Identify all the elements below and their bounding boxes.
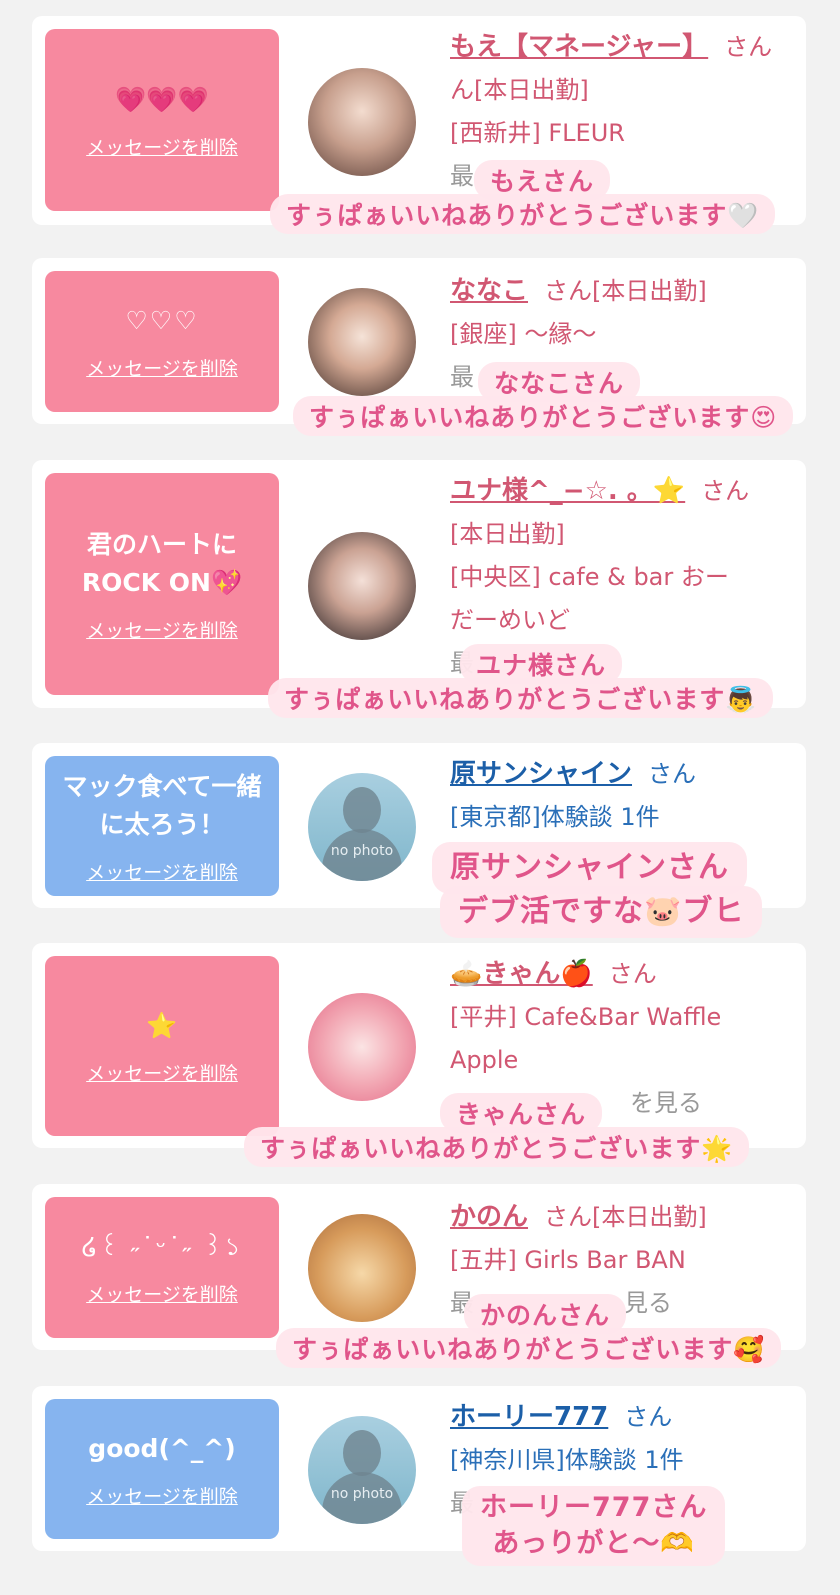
shop-text: [五井] Girls Bar BAN [450, 1246, 686, 1274]
message-bubble: 君のハートに ROCK ON💖 メッセージを削除 [45, 473, 279, 695]
san-label: さん [724, 33, 773, 61]
message-text: マック食べて一緒 に太ろう！ [62, 771, 262, 839]
shop-text: [中央区] cafe & bar おー [450, 563, 729, 591]
avatar-placeholder[interactable]: no photo [308, 1416, 416, 1524]
user-name-link[interactable]: かのん [450, 1202, 528, 1232]
message-text: 💗💗💗 [115, 84, 209, 114]
message-text: ໒꒰ ˶˙ᵕ˙˶ ꒱১ [81, 1232, 243, 1261]
user-name-link[interactable]: ななこ [450, 276, 528, 306]
user-name-link[interactable]: もえ【マネージャー】 [450, 32, 708, 62]
overlay-caption-thanks: すぅぱぁいいねありがとうございます🌟 [244, 1127, 750, 1167]
shop-text: [平井] Cafe&Bar Waffle [450, 1003, 722, 1031]
status-text: [本日出勤] [592, 277, 707, 305]
overlay-caption-thanks: すぅぱぁいいねありがとうございます👼 [268, 678, 774, 718]
shop-text: [西新井] FLEUR [450, 119, 625, 147]
overlay-caption-line2: デブ活ですな🐷ブヒ [458, 894, 745, 929]
delete-message-link[interactable]: メッセージを削除 [86, 858, 238, 885]
delete-message-link[interactable]: メッセージを削除 [86, 1059, 238, 1086]
overlay-caption-line2: あっりがと〜🫶 [492, 1528, 695, 1559]
message-text: ⭐ [146, 1010, 178, 1040]
message-card: ໒꒰ ˶˙ᵕ˙˶ ꒱১ メッセージを削除 かのん さん[本日出勤] [五井] Gi… [32, 1184, 806, 1350]
overlay-caption-thanks: すぅぱぁいいねありがとうございます🥰 [276, 1328, 782, 1368]
delete-message-link[interactable]: メッセージを削除 [86, 133, 238, 160]
san-label: さん [648, 760, 697, 788]
delete-message-link[interactable]: メッセージを削除 [86, 1280, 238, 1307]
silhouette-head-icon [343, 1430, 381, 1476]
avatar[interactable] [308, 532, 416, 640]
message-card: ⭐ メッセージを削除 🥧きゃん🍎 さん [平井] Cafe&Bar Waffle … [32, 943, 806, 1148]
delete-message-link[interactable]: メッセージを削除 [86, 1482, 238, 1509]
overlay-caption-line1: 原サンシャインさん [450, 850, 729, 885]
message-bubble: マック食べて一緒 に太ろう！ メッセージを削除 [45, 756, 279, 896]
overlay-caption: デブ活ですな🐷ブヒ [440, 886, 763, 938]
avatar[interactable] [308, 993, 416, 1101]
status-text: [本日出勤] [450, 520, 565, 548]
avatar[interactable] [308, 288, 416, 396]
review-count-text: [神奈川県]体験談 1件 [450, 1446, 684, 1474]
message-bubble: 💗💗💗 メッセージを削除 [45, 29, 279, 211]
no-photo-label: no photo [330, 843, 394, 859]
shop-text-cont: だーめいど [450, 606, 570, 634]
silhouette-head-icon [343, 787, 381, 833]
overlay-caption-thanks: すぅぱぁいいねありがとうございます😍 [293, 396, 794, 436]
user-info: 原サンシャイン さん [東京都]体験談 1件 [450, 753, 792, 839]
san-label: さん [624, 1403, 673, 1431]
avatar-placeholder[interactable]: no photo [308, 773, 416, 881]
message-card: 君のハートに ROCK ON💖 メッセージを削除 ユナ様^_−☆. 。⭐ さん [… [32, 460, 806, 708]
san-label: さん [701, 477, 750, 505]
shop-text: [銀座] 〜縁〜 [450, 320, 597, 348]
message-bubble: ♡♡♡ メッセージを削除 [45, 271, 279, 412]
review-count-text: [東京都]体験談 1件 [450, 803, 660, 831]
view-link-suffix: 見る [624, 1289, 672, 1317]
user-name-link[interactable]: ユナ様^_−☆. 。⭐ [450, 476, 685, 506]
user-name-link[interactable]: ホーリー777 [450, 1402, 608, 1432]
overlay-caption: ホーリー777さん あっりがと〜🫶 [462, 1486, 726, 1566]
user-name-link[interactable]: 原サンシャイン [450, 759, 632, 789]
delete-message-link[interactable]: メッセージを削除 [86, 354, 238, 381]
avatar[interactable] [308, 68, 416, 176]
message-text: good(^_^) [88, 1433, 236, 1463]
status-text: ん[本日出勤] [450, 76, 589, 104]
status-text: [本日出勤] [592, 1203, 707, 1231]
no-photo-label: no photo [330, 1486, 394, 1502]
avatar[interactable] [308, 1214, 416, 1322]
message-text: ♡♡♡ [125, 306, 199, 335]
san-label: さん [544, 1203, 593, 1231]
message-bubble: ໒꒰ ˶˙ᵕ˙˶ ꒱১ メッセージを削除 [45, 1197, 279, 1338]
message-bubble: ⭐ メッセージを削除 [45, 956, 279, 1136]
overlay-caption-line1: ホーリー777さん [480, 1492, 708, 1523]
overlay-caption-thanks: すぅぱぁいいねありがとうございます🤍 [270, 194, 776, 234]
user-name-link[interactable]: 🥧きゃん🍎 [450, 959, 593, 989]
shop-text-cont: Apple [450, 1046, 519, 1074]
message-bubble: good(^_^) メッセージを削除 [45, 1399, 279, 1539]
delete-message-link[interactable]: メッセージを削除 [86, 616, 238, 643]
message-text: 君のハートに ROCK ON💖 [81, 529, 243, 597]
san-label: さん [544, 277, 593, 305]
san-label: さん [608, 960, 657, 988]
